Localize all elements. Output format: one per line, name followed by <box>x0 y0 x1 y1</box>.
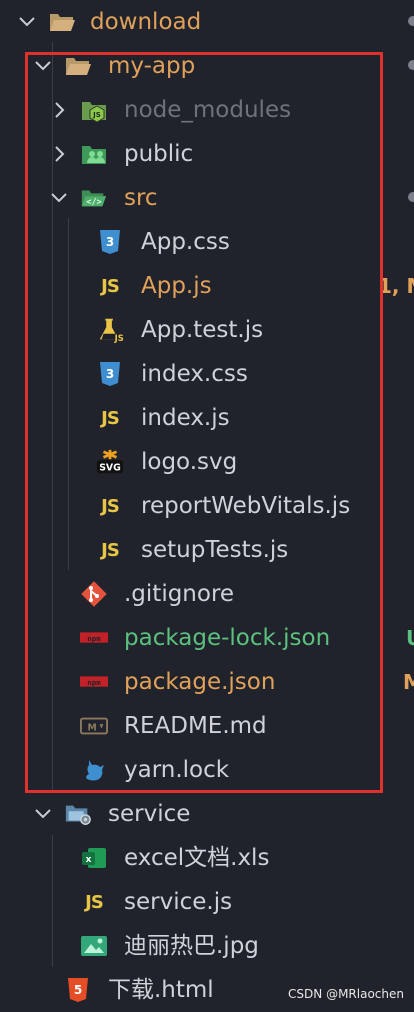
npm-icon: npm <box>80 624 108 652</box>
tree-item-label: index.js <box>141 405 230 431</box>
watermark: CSDN @MRlaochen <box>288 987 404 1001</box>
tree-item-service-js[interactable]: JS service.js <box>0 880 414 924</box>
status-badge: 1, M <box>378 274 414 298</box>
chevron-right-icon <box>48 99 70 121</box>
modified-dot <box>408 60 414 70</box>
status-badge: U <box>406 616 414 660</box>
tree-item-label: package.json <box>124 669 276 695</box>
tree-item-app-test-js[interactable]: JS App.test.js <box>0 308 414 352</box>
svg-text:npm: npm <box>87 678 101 687</box>
tree-item-label: node_modules <box>124 97 292 123</box>
css-icon: 3 <box>96 360 124 388</box>
tree-item-label: 迪丽热巴.jpg <box>124 933 259 959</box>
svg-text:x: x <box>86 855 92 865</box>
image-icon <box>80 932 108 960</box>
tree-item-app-js[interactable]: JS App.js 1, M <box>0 264 414 308</box>
tree-item-label: 下载.html <box>108 977 214 1003</box>
javascript-icon: JS <box>101 539 120 561</box>
javascript-icon: JS <box>85 891 104 913</box>
chevron-down-icon <box>32 55 54 77</box>
tree-item-download[interactable]: download <box>0 0 414 44</box>
modified-dot <box>408 16 414 26</box>
tree-item-label: public <box>124 141 194 167</box>
chevron-down-icon <box>16 11 38 33</box>
tree-item-label: reportWebVitals.js <box>141 493 351 519</box>
chevron-down-icon <box>32 803 54 825</box>
tree-item-label: download <box>90 9 202 35</box>
javascript-icon: JS <box>101 275 120 297</box>
tree-item-setup-tests[interactable]: JS setupTests.js <box>0 528 414 572</box>
javascript-icon: JS <box>101 495 120 517</box>
excel-icon: x <box>80 844 108 872</box>
tree-item-index-js[interactable]: JS index.js <box>0 396 414 440</box>
chevron-down-icon <box>48 187 70 209</box>
tree-item-label: package-lock.json <box>124 625 331 651</box>
tree-item-gitignore[interactable]: .gitignore <box>0 572 414 616</box>
markdown-icon: M <box>80 712 108 740</box>
tree-item-label: my-app <box>108 53 196 79</box>
status-badge: M <box>403 670 414 694</box>
tree-item-node-modules[interactable]: JS node_modules <box>0 88 414 132</box>
svg-text:5: 5 <box>74 983 82 997</box>
folder-open-icon <box>64 52 92 80</box>
tree-item-readme[interactable]: M README.md <box>0 704 414 748</box>
css-icon: 3 <box>96 228 124 256</box>
javascript-icon: JS <box>101 407 120 429</box>
folder-open-icon <box>48 8 76 36</box>
svg-icon: SVG <box>96 448 124 476</box>
npm-icon: npm <box>80 668 108 696</box>
svg-text:JS: JS <box>92 111 101 119</box>
git-icon <box>80 580 108 608</box>
tree-item-label: service <box>108 801 191 827</box>
svg-text:M: M <box>87 723 96 734</box>
svg-text:SVG: SVG <box>99 462 121 473</box>
tree-item-app-css[interactable]: 3 App.css <box>0 220 414 264</box>
src-folder-icon: </> <box>80 184 108 212</box>
tree-item-report-web-vitals[interactable]: JS reportWebVitals.js <box>0 484 414 528</box>
tree-item-image[interactable]: 迪丽热巴.jpg <box>0 924 414 968</box>
tree-item-yarn-lock[interactable]: yarn.lock <box>0 748 414 792</box>
tree-item-label: App.js <box>141 273 212 299</box>
tree-item-label: .gitignore <box>124 581 235 607</box>
svg-text:</>: </> <box>86 197 101 207</box>
tree-item-public[interactable]: public <box>0 132 414 176</box>
service-folder-icon <box>64 800 92 828</box>
tree-item-label: App.css <box>141 229 230 255</box>
tree-item-label: yarn.lock <box>124 757 230 783</box>
html-icon: 5 <box>64 976 92 1004</box>
tree-item-label: logo.svg <box>141 449 238 475</box>
chevron-right-icon <box>48 143 70 165</box>
tree-item-src[interactable]: </> src <box>0 176 414 220</box>
svg-text:npm: npm <box>87 634 101 643</box>
tree-item-label: setupTests.js <box>141 537 289 563</box>
tree-item-label: src <box>124 185 158 211</box>
test-icon: JS <box>96 316 124 344</box>
tree-item-package-json[interactable]: npm package.json M <box>0 660 414 704</box>
tree-item-service[interactable]: service <box>0 792 414 836</box>
modified-dot <box>408 192 414 202</box>
svg-text:3: 3 <box>106 235 114 249</box>
node-folder-icon: JS <box>80 96 108 124</box>
yarn-icon <box>80 756 108 784</box>
tree-item-label: index.css <box>141 361 248 387</box>
svg-text:JS: JS <box>114 333 124 343</box>
tree-item-my-app[interactable]: my-app <box>0 44 414 88</box>
tree-item-label: README.md <box>124 713 267 739</box>
tree-item-package-lock[interactable]: npm package-lock.json U <box>0 616 414 660</box>
tree-item-excel[interactable]: x excel文档.xls <box>0 836 414 880</box>
public-folder-icon <box>80 140 108 168</box>
tree-item-index-css[interactable]: 3 index.css <box>0 352 414 396</box>
tree-item-logo-svg[interactable]: SVG logo.svg <box>0 440 414 484</box>
tree-item-label: excel文档.xls <box>124 845 270 871</box>
svg-text:3: 3 <box>106 367 114 381</box>
tree-item-label: App.test.js <box>141 317 264 343</box>
tree-item-label: service.js <box>124 889 233 915</box>
